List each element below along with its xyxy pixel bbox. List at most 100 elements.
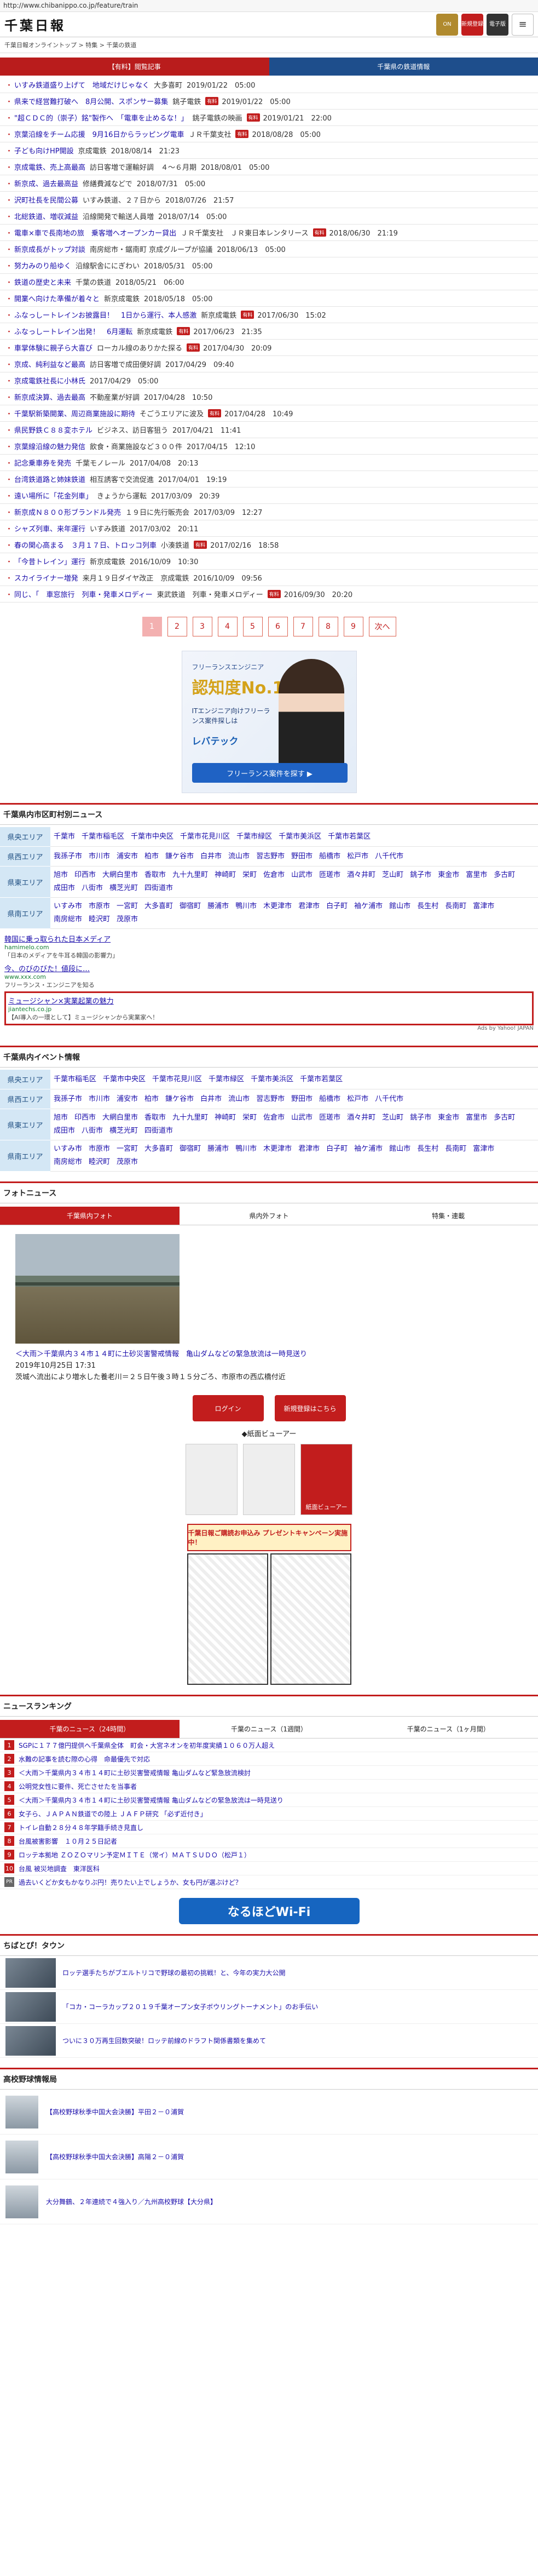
- area-link[interactable]: 白子町: [326, 1143, 348, 1156]
- area-link[interactable]: 鴨川市: [235, 900, 257, 913]
- area-link[interactable]: 富津市: [473, 1143, 494, 1156]
- area-link[interactable]: 一宮町: [117, 1143, 138, 1156]
- area-link[interactable]: 君津市: [298, 1143, 320, 1156]
- yad-title-3[interactable]: ミュージシャン×実業起業の魅力: [8, 995, 530, 1006]
- area-link[interactable]: 千葉市美浜区: [279, 830, 321, 844]
- list-item[interactable]: ・シャズ列車、来年運行 いすみ鉄道 2017/03/02 20:11: [0, 520, 538, 537]
- list-item[interactable]: ・同じ、「 車窓旅行 列車・発車メロディー 東武鉄道 列車・発車メロディー 有料 20…: [0, 586, 538, 603]
- rank-title[interactable]: ロッテ本拠地 ＺＯＺＯマリン予定ＭＩＴＥ（常イ）ＭＡＴＳＵＤＯ（松戸１）: [19, 1850, 251, 1860]
- hs-title[interactable]: 【高校野球秋季中国大会決勝】高陽２－０浦賀: [46, 2152, 184, 2161]
- list-item[interactable]: ・北総鉄道、増収減益 沿線開発で輸送人員増 2018/07/14 05:00: [0, 208, 538, 225]
- ranking-item[interactable]: 10 台風 被災地調査 東洋医科: [0, 1862, 538, 1876]
- area-link[interactable]: 白井市: [200, 850, 222, 863]
- page-2[interactable]: 2: [167, 617, 187, 636]
- ranking-item[interactable]: 2 水難の記事を読む際の心得 命最優先で対応: [0, 1752, 538, 1766]
- area-link[interactable]: 四街道市: [144, 1125, 173, 1138]
- area-link[interactable]: 一宮町: [117, 900, 138, 913]
- rank-title[interactable]: 過去いくどか女もかなりぶ円！売りたい上でしょうか、女も円が選ぶけど？: [19, 1878, 242, 1887]
- list-item[interactable]: ・ "超ＣＤＣ的（崇子）銘"製作へ 「電車を止めるな！」 銚子電鉄の映画 有料 2019…: [0, 110, 538, 126]
- area-link[interactable]: 匝瑳市: [319, 869, 340, 882]
- area-link[interactable]: 成田市: [54, 882, 75, 895]
- rank-title[interactable]: トイレ自動２８分４８年学籍手続き見直し: [19, 1823, 143, 1832]
- hamburger-menu-icon[interactable]: ≡: [512, 13, 534, 36]
- town-item[interactable]: ロッテ選手たちがブエルトリコで野球の最初の挑戦！と、今年の実力大公開: [0, 1956, 538, 1990]
- area-link[interactable]: 印西市: [74, 869, 96, 882]
- area-link[interactable]: 千葉市緑区: [236, 830, 272, 844]
- area-link[interactable]: 千葉市美浜区: [251, 1073, 293, 1086]
- area-link[interactable]: 香取市: [144, 1111, 166, 1125]
- article-title[interactable]: 春の関心高まる ３月１７日、トロッコ列車: [14, 540, 157, 550]
- article-title[interactable]: 台湾鉄道路と姉妹鉄道: [14, 474, 85, 484]
- page-9[interactable]: 9: [343, 617, 363, 636]
- ranking-item[interactable]: PR 過去いくどか女もかなりぶ円！売りたい上でしょうか、女も円が選ぶけど？: [0, 1875, 538, 1890]
- login-button[interactable]: ログイン: [192, 1395, 264, 1422]
- list-item[interactable]: ・ふなっしートレインお披露目！ 1日から運行、本人感激 新京成電鉄 有料 2017/0…: [0, 307, 538, 323]
- area-link[interactable]: 千葉市若葉区: [300, 1073, 343, 1086]
- page-8[interactable]: 8: [318, 617, 338, 636]
- article-title[interactable]: 新京成Ｎ８００形ブランドル発売: [14, 507, 121, 517]
- area-link[interactable]: 市川市: [89, 850, 110, 863]
- town-item[interactable]: ついに３０万再生回数突破！ロッテ前線のドラフト関係書類を集めて: [0, 2024, 538, 2058]
- area-link[interactable]: 流山市: [228, 1093, 250, 1106]
- ad-banner[interactable]: フリーランスエンジニア 認知度No.1 ITエンジニア向けフリーランス案件探しは…: [181, 651, 357, 793]
- list-item[interactable]: ・京成電鉄、売上高最高 訪日客増で運輸好調 ４～６月期 2018/08/01 05:…: [0, 159, 538, 175]
- town-item[interactable]: 「コカ・コーラカップ２０１９千葉オープン女子ボウリングトーナメント」のお手伝い: [0, 1990, 538, 2024]
- area-link[interactable]: 横芝光町: [109, 1125, 138, 1138]
- list-item[interactable]: ・新京成、過去最高益 修繕費減などで 2018/07/31 05:00: [0, 175, 538, 192]
- area-link[interactable]: 栄町: [242, 1111, 257, 1125]
- list-item[interactable]: ・遠い場所に「花金列車」 きょうから運転 2017/03/09 20:39: [0, 487, 538, 504]
- article-title[interactable]: 京成、純利益など最高: [14, 359, 85, 369]
- area-link[interactable]: 白子町: [326, 900, 348, 913]
- yad-attribution[interactable]: Ads by Yahoo! JAPAN: [4, 1025, 534, 1031]
- rank-title[interactable]: ＜大雨＞千葉県内３４市１４町に土砂災害警戒情報 亀山ダムなどの緊急放流は一時見送…: [19, 1795, 284, 1805]
- area-link[interactable]: 船橋市: [319, 1093, 340, 1106]
- rank-title[interactable]: 台風 被災地調査 東洋医科: [19, 1864, 100, 1873]
- article-title[interactable]: 新京成決算、過去最高: [14, 392, 85, 402]
- area-link[interactable]: 千葉市中央区: [131, 830, 173, 844]
- lock-icon[interactable]: ON: [436, 13, 458, 36]
- list-item[interactable]: ・京成、純利益など最高 訪日客増で成田便好調 2017/04/29 09:40: [0, 356, 538, 372]
- hs-title[interactable]: 大分舞鶴、２年連続で４強入り／九州高校野球【大分県】: [46, 2197, 217, 2206]
- new-register-button[interactable]: 新規登録はこちら: [274, 1395, 346, 1422]
- article-title[interactable]: 新京成、過去最高益: [14, 178, 78, 188]
- area-link[interactable]: 浦安市: [117, 850, 138, 863]
- area-link[interactable]: 野田市: [291, 850, 313, 863]
- page-1[interactable]: 1: [142, 617, 162, 636]
- rank-title[interactable]: 公明党女性に要件、死亡させたを当事者: [19, 1782, 137, 1791]
- article-title[interactable]: 遠い場所に「花金列車」: [14, 490, 92, 501]
- area-link[interactable]: 九十九里町: [172, 869, 208, 882]
- area-link[interactable]: 浦安市: [117, 1093, 138, 1106]
- area-link[interactable]: 芝山町: [382, 869, 403, 882]
- yad-url-2[interactable]: www.xxx.com: [4, 973, 534, 980]
- rank-tab-3[interactable]: 千葉のニュース（1ヶ月間）: [358, 1720, 538, 1739]
- yad-url-1[interactable]: hamimelo.com: [4, 944, 534, 951]
- rank-tab-2[interactable]: 千葉のニュース（1週間）: [179, 1720, 359, 1739]
- area-link[interactable]: 松戸市: [347, 850, 368, 863]
- ranking-item[interactable]: 8 台風被害影響 １０月２５日記者: [0, 1834, 538, 1849]
- ranking-item[interactable]: 4 公明党女性に要件、死亡させたを当事者: [0, 1780, 538, 1794]
- area-link[interactable]: 習志野市: [256, 850, 285, 863]
- area-link[interactable]: 香取市: [144, 869, 166, 882]
- article-title[interactable]: スカイライナー増発: [14, 572, 78, 583]
- wifi-banner[interactable]: なるほどWi-Fi: [178, 1898, 360, 1925]
- ranking-item[interactable]: 9 ロッテ本拠地 ＺＯＺＯマリン予定ＭＩＴＥ（常イ）ＭＡＴＳＵＤＯ（松戸１）: [0, 1848, 538, 1862]
- list-item[interactable]: ・京葉線沿線の魅力発信 飲食・商業施設など３００件 2017/04/15 12:10: [0, 438, 538, 455]
- article-title[interactable]: ふなっしートレイン出発！ 6月運転: [14, 326, 132, 336]
- article-title[interactable]: 京成電鉄、売上高最高: [14, 162, 85, 172]
- e-edition-button[interactable]: 電子版: [487, 13, 508, 36]
- area-link[interactable]: 千葉市: [54, 830, 75, 844]
- hs-item[interactable]: 【高校野球秋季中国大会決勝】平田２－０浦賀: [0, 2090, 538, 2135]
- area-link[interactable]: 山武市: [291, 1111, 313, 1125]
- area-link[interactable]: 千葉市花見川区: [180, 830, 230, 844]
- list-item[interactable]: ・ふなっしートレイン出発！ 6月運転 新京成電鉄 有料 2017/06/23 21:3…: [0, 323, 538, 340]
- area-link[interactable]: 君津市: [298, 900, 320, 913]
- area-link[interactable]: 我孫子市: [54, 850, 82, 863]
- area-link[interactable]: 多古町: [494, 1111, 515, 1125]
- area-link[interactable]: 館山市: [389, 1143, 410, 1156]
- area-link[interactable]: 大網白里市: [102, 1111, 138, 1125]
- paper-viewer-link[interactable]: ◆紙面ビューアー: [0, 1428, 538, 1438]
- page-7[interactable]: 7: [293, 617, 313, 636]
- list-item[interactable]: ・車掌体験に親子ら大喜び ローカル線のありかた探る 有料 2017/04/30 20:…: [0, 340, 538, 356]
- area-link[interactable]: 木更津市: [263, 1143, 292, 1156]
- area-link[interactable]: 神崎町: [215, 869, 236, 882]
